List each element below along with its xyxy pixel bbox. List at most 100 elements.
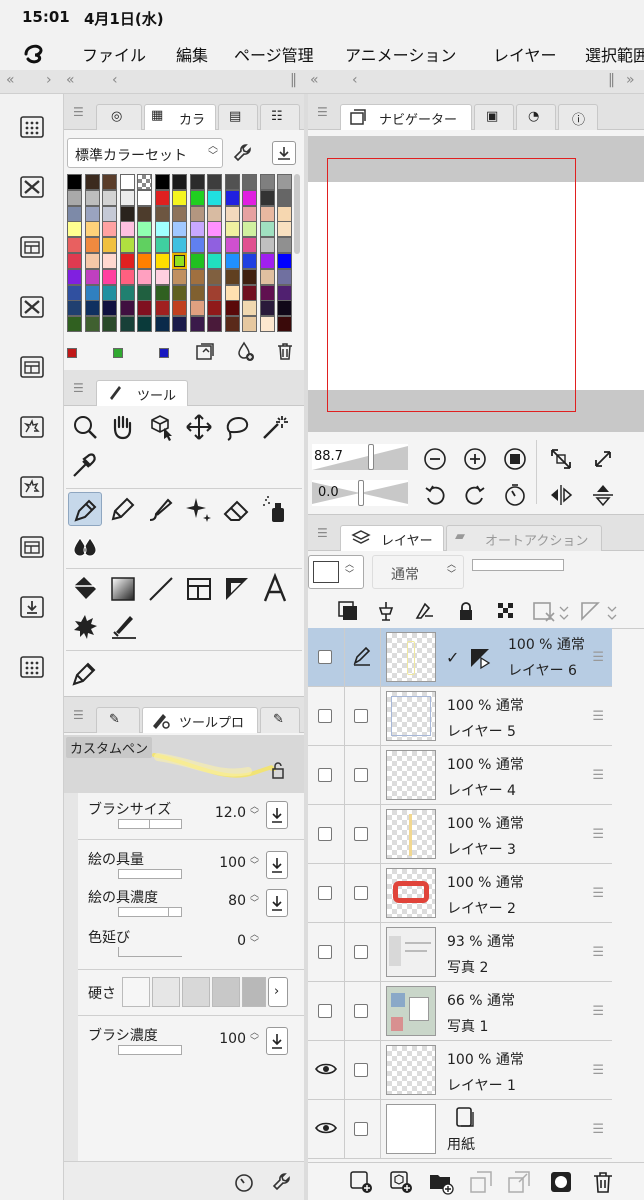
color-swatch[interactable] — [277, 237, 292, 254]
rotate-left-icon[interactable] — [422, 482, 448, 508]
color-swatch[interactable] — [84, 284, 100, 301]
spin-updown-icon[interactable]: ︿ ﹀ — [250, 1029, 259, 1047]
layer-color-button[interactable]: ︿ ﹀ — [308, 555, 364, 589]
visibility-checkbox[interactable] — [318, 1004, 332, 1018]
color-swatch[interactable] — [84, 253, 100, 269]
pen-nib-icon[interactable] — [68, 656, 102, 690]
drag-handle-icon[interactable]: ☰ — [592, 827, 604, 842]
layer-row[interactable]: 100 % 通常 レイヤー 2 ☰ — [308, 864, 612, 923]
spin-updown-icon[interactable]: ︿ ﹀ — [250, 803, 259, 821]
recent-color-chip[interactable] — [113, 348, 123, 358]
color-swatch[interactable] — [224, 268, 240, 285]
zoom-handle[interactable] — [368, 444, 374, 470]
hardness-level-5[interactable] — [242, 977, 266, 1007]
spin-updown-icon[interactable]: ︿ ﹀ — [250, 853, 259, 871]
color-swatch[interactable] — [259, 174, 275, 190]
tab-sub-tool[interactable]: ✎ — [96, 707, 140, 733]
import-button[interactable] — [272, 141, 296, 165]
layer-mask-icon[interactable] — [548, 1169, 574, 1195]
color-swatch[interactable] — [67, 268, 82, 285]
color-swatch[interactable] — [277, 300, 292, 317]
color-swatch[interactable] — [102, 316, 117, 333]
brush-size-slider[interactable] — [118, 819, 182, 829]
color-swatch[interactable] — [84, 316, 100, 333]
tab-navigator[interactable]: ナビゲーター — [340, 104, 472, 130]
expand-right-icon[interactable]: » — [626, 72, 635, 88]
lock-transparency-icon[interactable] — [494, 599, 518, 623]
fill-icon[interactable] — [68, 572, 102, 606]
color-swatch[interactable] — [242, 268, 257, 285]
color-swatch[interactable] — [224, 284, 240, 301]
menu-edit[interactable]: 編集 — [176, 42, 208, 66]
drag-handle-icon[interactable]: ☰ — [592, 768, 604, 783]
blend-mode-select[interactable]: 通常 ︿ ﹀ — [372, 555, 464, 589]
color-set-select[interactable]: 標準カラーセット ︿ ﹀ — [67, 138, 223, 168]
color-swatch[interactable] — [137, 221, 152, 238]
spin-updown-icon[interactable]: ︿ ﹀ — [250, 931, 259, 949]
color-swatch[interactable] — [154, 284, 170, 301]
hardness-level-3[interactable] — [182, 977, 210, 1007]
color-swatch[interactable] — [119, 221, 135, 238]
tab-auto-action[interactable]: ▰ オートアクション — [446, 525, 602, 551]
drag-handle-icon[interactable]: ☰ — [592, 1004, 604, 1019]
color-swatch[interactable] — [224, 221, 240, 238]
color-swatch[interactable] — [277, 205, 292, 222]
pressure-button[interactable] — [266, 889, 288, 917]
color-swatch[interactable] — [154, 316, 170, 333]
rotate-handle[interactable] — [358, 480, 364, 506]
color-swatch[interactable] — [242, 300, 257, 317]
color-swatch[interactable] — [154, 205, 170, 222]
color-swatch[interactable] — [84, 205, 100, 222]
menu-animation[interactable]: アニメーション — [345, 42, 456, 66]
color-swatch[interactable] — [242, 237, 257, 254]
color-swatch[interactable] — [172, 268, 187, 285]
hardness-expand-button[interactable]: › — [268, 977, 288, 1007]
layer-row[interactable]: ✓ 100 % 通常 レイヤー 6 ☰ — [308, 628, 612, 687]
actual-size-icon[interactable] — [502, 446, 528, 472]
collapse-left-icon[interactable]: ‹ — [112, 72, 118, 88]
draft-icon[interactable] — [412, 599, 436, 623]
color-swatch[interactable] — [242, 189, 257, 206]
menu-selection[interactable]: 選択範囲 — [585, 42, 644, 66]
color-swatch[interactable] — [172, 237, 187, 254]
color-swatch[interactable] — [277, 253, 292, 269]
collapse-left-icon[interactable]: « — [66, 72, 75, 88]
move-icon[interactable] — [182, 410, 216, 444]
color-swatch[interactable] — [207, 253, 222, 269]
reference-icon[interactable] — [374, 599, 398, 623]
color-swatch[interactable] — [189, 253, 205, 269]
brush-density-slider[interactable] — [118, 1045, 182, 1055]
drag-handle-icon[interactable]: ☰ — [592, 1063, 604, 1078]
color-swatch[interactable] — [119, 316, 135, 333]
drag-handle-icon[interactable]: ☰ — [592, 650, 604, 665]
lock-layer-icon[interactable] — [454, 599, 478, 623]
lock-checkbox[interactable] — [354, 709, 368, 723]
panel-grip-icon[interactable]: ☰ — [73, 708, 84, 722]
grip-icon[interactable]: ‖ — [608, 72, 615, 88]
color-swatch[interactable] — [119, 300, 135, 317]
color-swatch[interactable] — [259, 237, 275, 254]
drag-handle-icon[interactable]: ☰ — [592, 945, 604, 960]
tab-color-wheel[interactable]: ◎ — [96, 104, 142, 130]
eraser-icon[interactable] — [220, 492, 254, 526]
grip-icon[interactable]: ‖ — [290, 72, 297, 88]
color-swatch[interactable] — [67, 174, 82, 190]
tab-sub-view[interactable]: ▣ — [474, 104, 514, 130]
visibility-checkbox[interactable] — [318, 945, 332, 959]
hardness-level-2[interactable] — [152, 977, 180, 1007]
color-swatch[interactable] — [84, 221, 100, 238]
color-swatch[interactable] — [84, 174, 100, 190]
layout-icon[interactable] — [19, 354, 45, 380]
zoom-slider[interactable]: 88.7 — [312, 444, 408, 470]
color-swatch[interactable] — [189, 221, 205, 238]
flip-horizontal-icon[interactable] — [548, 482, 574, 508]
collapse-left-icon[interactable]: « — [310, 72, 319, 88]
color-swatch[interactable] — [137, 237, 152, 254]
layer-row[interactable]: 100 % 通常 レイヤー 4 ☰ — [308, 746, 612, 805]
menu-layer[interactable]: レイヤー — [493, 42, 557, 66]
color-swatch[interactable] — [207, 316, 222, 333]
crossed-icon[interactable] — [19, 294, 45, 320]
color-swatch[interactable] — [84, 268, 100, 285]
color-swatch[interactable] — [224, 316, 240, 333]
color-swatch[interactable] — [102, 205, 117, 222]
